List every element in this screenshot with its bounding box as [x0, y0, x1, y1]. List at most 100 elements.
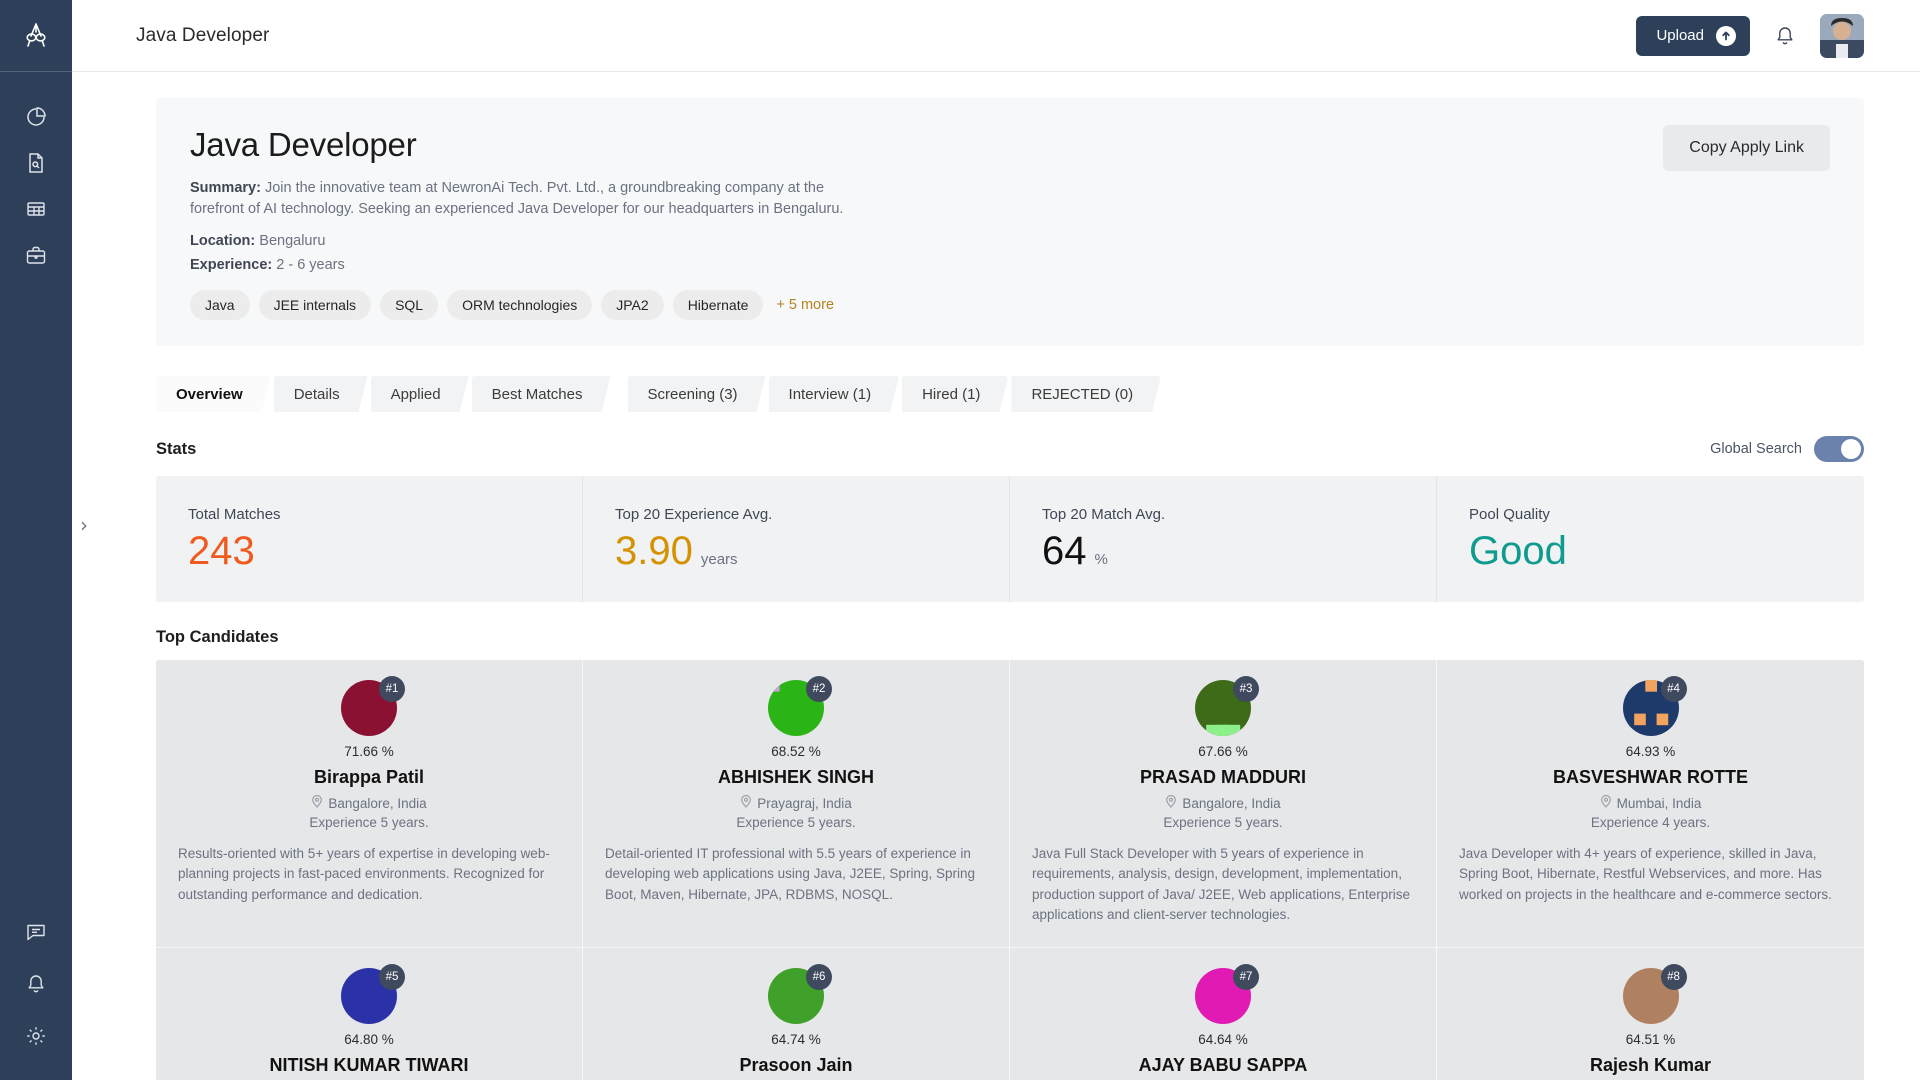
brand-logo-icon[interactable] — [0, 0, 72, 72]
candidate-card[interactable]: #367.66 %PRASAD MADDURIBangalore, IndiaE… — [1010, 660, 1437, 948]
tab-rejected-0[interactable]: REJECTED (0) — [1011, 376, 1161, 412]
job-location: Location: Bengaluru — [190, 233, 1830, 249]
stat-card: Total Matches243 — [156, 476, 583, 602]
job-title: Java Developer — [190, 126, 1830, 164]
tab-screening-3[interactable]: Screening (3) — [628, 376, 766, 412]
job-header-text: Java Developer Summary: Join the innovat… — [190, 126, 1830, 320]
sidebar-collapse-toggle[interactable]: › — [80, 515, 88, 535]
candidate-card[interactable]: #864.51 %Rajesh KumarBangalore, India — [1437, 948, 1864, 1080]
tab-group-primary: OverviewDetailsAppliedBest Matches — [156, 376, 614, 412]
copy-apply-link-button[interactable]: Copy Apply Link — [1663, 125, 1830, 171]
toggle-knob — [1841, 439, 1861, 459]
global-search-control: Global Search — [1710, 436, 1864, 462]
upload-button-label: Upload — [1656, 27, 1704, 44]
stat-card-unit: years — [701, 552, 738, 568]
sidebar-item-dashboard[interactable] — [0, 94, 72, 140]
skill-chip[interactable]: ORM technologies — [447, 290, 592, 320]
stats-header: Stats Global Search — [156, 436, 1864, 462]
upload-button[interactable]: Upload — [1636, 16, 1750, 56]
tab-best-matches[interactable]: Best Matches — [472, 376, 611, 412]
sidebar-item-alerts[interactable] — [0, 958, 72, 1010]
stat-card-value-row: Good — [1469, 530, 1864, 572]
candidate-name: ABHISHEK SINGH — [605, 767, 987, 788]
candidate-location: Bangalore, India — [1032, 795, 1414, 811]
candidate-name: Birappa Patil — [178, 767, 560, 788]
skill-chip[interactable]: JPA2 — [601, 290, 663, 320]
stat-card-value-row: 243 — [188, 530, 582, 572]
stat-card-value: Good — [1469, 530, 1567, 572]
candidate-avatar-wrap: #6 — [768, 968, 824, 1024]
candidate-rank-badge: #7 — [1233, 964, 1259, 990]
stat-card-value: 3.90 — [615, 530, 693, 572]
candidate-location-text: Bangalore, India — [328, 796, 426, 811]
page-title: Java Developer — [136, 25, 269, 47]
map-pin-icon — [311, 795, 323, 811]
candidate-description: Results-oriented with 5+ years of expert… — [178, 844, 560, 905]
candidate-experience: Experience 5 years. — [1032, 815, 1414, 830]
global-search-toggle[interactable] — [1814, 436, 1864, 462]
stat-card-value-row: 64% — [1042, 530, 1436, 572]
stat-card-label: Top 20 Match Avg. — [1042, 506, 1436, 523]
stat-card: Pool QualityGood — [1437, 476, 1864, 602]
candidate-card[interactable]: #268.52 %ABHISHEK SINGHPrayagraj, IndiaE… — [583, 660, 1010, 948]
job-experience: Experience: 2 - 6 years — [190, 257, 1830, 273]
candidate-avatar-wrap: #4 — [1623, 680, 1679, 736]
notifications-bell-icon[interactable] — [1772, 23, 1798, 49]
candidate-description: Detail-oriented IT professional with 5.5… — [605, 844, 987, 905]
candidate-description: Java Developer with 4+ years of experien… — [1459, 844, 1842, 905]
sidebar-item-reports[interactable] — [0, 186, 72, 232]
upload-arrow-icon — [1716, 26, 1736, 46]
candidate-card[interactable]: #464.93 %BASVESHWAR ROTTEMumbai, IndiaEx… — [1437, 660, 1864, 948]
tab-group-secondary: Screening (3)Interview (1)Hired (1)REJEC… — [628, 376, 1165, 412]
candidate-location-text: Mumbai, India — [1617, 796, 1702, 811]
sidebar-item-feedback[interactable] — [0, 906, 72, 958]
job-location-label: Location: — [190, 233, 255, 249]
top-candidates-grid: #171.66 %Birappa PatilBangalore, IndiaEx… — [156, 660, 1864, 1080]
candidate-card[interactable]: #664.74 %Prasoon JainBangalore, India — [583, 948, 1010, 1080]
stat-card-label: Top 20 Experience Avg. — [615, 506, 1009, 523]
candidate-rank-badge: #3 — [1233, 676, 1259, 702]
candidate-avatar-wrap: #5 — [341, 968, 397, 1024]
stat-card: Top 20 Experience Avg. 3.90 years — [583, 476, 1010, 602]
candidate-location: Bangalore, India — [178, 795, 560, 811]
user-avatar[interactable] — [1820, 14, 1864, 58]
candidate-match-score: 68.52 % — [605, 744, 987, 759]
candidate-card[interactable]: #564.80 %NITISH KUMAR TIWARIBangalore, I… — [156, 948, 583, 1080]
tab-bar: OverviewDetailsAppliedBest Matches Scree… — [156, 372, 1864, 412]
tab-details[interactable]: Details — [274, 376, 368, 412]
content-scroll-area: Java Developer Summary: Join the innovat… — [72, 72, 1920, 1080]
skill-chip[interactable]: Hibernate — [673, 290, 764, 320]
candidate-name: Rajesh Kumar — [1459, 1055, 1842, 1076]
candidate-card[interactable]: #764.64 %AJAY BABU SAPPAHyderabad, India — [1010, 948, 1437, 1080]
tab-applied[interactable]: Applied — [371, 376, 469, 412]
candidate-match-score: 64.51 % — [1459, 1032, 1842, 1047]
skill-chip[interactable]: Java — [190, 290, 250, 320]
candidate-avatar-wrap: #8 — [1623, 968, 1679, 1024]
job-experience-label: Experience: — [190, 257, 272, 273]
map-pin-icon — [740, 795, 752, 811]
sidebar-item-jobs[interactable] — [0, 232, 72, 278]
job-experience-value: 2 - 6 years — [272, 257, 345, 273]
stat-card-value: 243 — [188, 530, 255, 572]
tab-overview[interactable]: Overview — [156, 376, 271, 412]
sidebar-item-resumes[interactable] — [0, 140, 72, 186]
candidate-location: Mumbai, India — [1459, 795, 1842, 811]
job-location-value: Bengaluru — [255, 233, 325, 249]
candidate-rank-badge: #5 — [379, 964, 405, 990]
candidate-location-text: Bangalore, India — [1182, 796, 1280, 811]
skill-chip[interactable]: JEE internals — [259, 290, 371, 320]
tab-interview-1[interactable]: Interview (1) — [769, 376, 900, 412]
skills-more-link[interactable]: + 5 more — [772, 290, 838, 320]
sidebar-item-settings[interactable] — [0, 1010, 72, 1062]
candidate-rank-badge: #2 — [806, 676, 832, 702]
skill-chip[interactable]: SQL — [380, 290, 438, 320]
sidebar — [0, 0, 72, 1080]
candidate-card[interactable]: #171.66 %Birappa PatilBangalore, IndiaEx… — [156, 660, 583, 948]
top-candidates-heading: Top Candidates — [156, 628, 1864, 647]
candidate-name: Prasoon Jain — [605, 1055, 987, 1076]
top-bar-actions: Upload — [1636, 14, 1864, 58]
candidate-rank-badge: #8 — [1661, 964, 1687, 990]
tab-hired-1[interactable]: Hired (1) — [902, 376, 1008, 412]
stat-card-value: 64 — [1042, 530, 1087, 572]
candidate-match-score: 64.74 % — [605, 1032, 987, 1047]
